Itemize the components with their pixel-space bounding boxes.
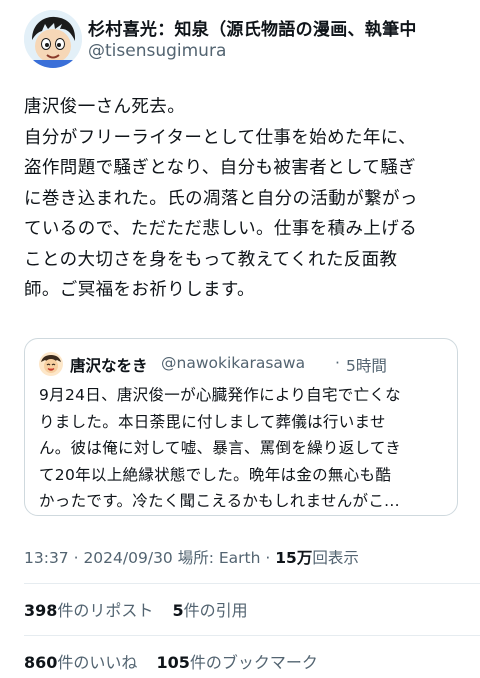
quotes-count: 5 [172, 601, 184, 620]
bookmarks-count: 105 [156, 653, 190, 672]
smiling-face-avatar-icon [39, 352, 63, 376]
post-text: 唐沢俊一さん死去。 自分がフリーライターとして仕事を始めた年に、 盗作問題で騒ぎ… [24, 92, 464, 306]
author-name-wrap: 杉村喜光：知泉（源氏物語の漫画、執筆中 [88, 15, 480, 40]
quoted-separator: · [335, 354, 340, 372]
quoted-line: ん。彼は俺に対して嘘、暴言、罵倒を繰り返してき [39, 439, 402, 458]
likes-label: 件のいいね [57, 653, 138, 672]
post-line: 師。ご冥福をお祈りします。 [24, 280, 255, 300]
reposts-label: 件のリポスト [57, 601, 154, 620]
author-handle[interactable]: @tisensugimura [88, 41, 226, 61]
cartoon-boy-avatar-icon [24, 10, 82, 68]
likes-count: 860 [24, 653, 58, 672]
quoted-line: かったです。冷たく聞こえるかもしれませんがこ... [39, 492, 400, 511]
quotes-label: 件の引用 [183, 601, 248, 620]
post-header: 杉村喜光：知泉（源氏物語の漫画、執筆中 @tisensugimura [0, 0, 480, 80]
quoted-author-handle: @nawokikarasawa [161, 354, 306, 372]
post-line: に巻き込まれた。氏の凋落と自分の活動が繋がっ [24, 188, 418, 209]
quoted-line: て20年以上絶縁状態でした。晩年は金の無心も酷 [39, 465, 392, 484]
repost-stats-row: 398件のリポスト 5件の引用 [24, 597, 262, 621]
quoted-post-time: 5時間 [346, 357, 387, 375]
divider [24, 583, 480, 584]
bookmarks-stat[interactable]: 105件のブックマーク [157, 649, 318, 673]
meta-separator: · [265, 549, 271, 567]
reposts-count: 398 [24, 601, 58, 620]
divider [24, 635, 480, 636]
quoted-line: 9月24日、唐沢俊一が心臓発作により自宅で亡くな [39, 386, 401, 404]
author-display-name[interactable]: 杉村喜光：知泉（源氏物語の漫画、執筆中 [88, 20, 417, 40]
post-meta: 13:37 · 2024/09/30 場所: Earth · 15万回表示 [24, 546, 359, 568]
quoted-post-text: 9月24日、唐沢俊一が心臓発作により自宅で亡くな りました。本日荼毘に付しまして… [39, 382, 449, 515]
views-label: 回表示 [312, 549, 359, 567]
views-count: 15万 [275, 549, 313, 567]
post-line: ことの大切さを身をもって教えてくれた反面教 [24, 249, 398, 270]
post-line: 唐沢俊一さん死去。 [24, 97, 186, 117]
post-timestamp[interactable]: 13:37 · 2024/09/30 [24, 549, 173, 567]
author-avatar[interactable] [24, 10, 82, 68]
quoted-author-avatar [39, 352, 63, 376]
quoted-author-name: 唐沢なをき [70, 357, 148, 375]
like-stats-row: 860件のいいね 105件のブックマーク [24, 649, 332, 673]
quotes-stat[interactable]: 5件の引用 [173, 597, 248, 621]
post-line: ているので、ただただ悲しい。仕事を積み上げる [24, 219, 418, 239]
post-location: 場所: Earth [177, 549, 261, 567]
reposts-stat[interactable]: 398件のリポスト [24, 597, 153, 621]
post-line: 自分がフリーライターとして仕事を始めた年に、 [24, 127, 417, 148]
bookmarks-label: 件のブックマーク [189, 653, 318, 672]
quoted-line: りました。本日荼毘に付しまして葬儀は行いませ [39, 412, 386, 431]
likes-stat[interactable]: 860件のいいね [24, 649, 137, 673]
quoted-post-card[interactable]: 唐沢なをき @nawokikarasawa · 5時間 9月24日、唐沢俊一が心… [24, 338, 458, 516]
post-line: 盗作問題で騒ぎとなり、自分も被害者として騒ぎ [24, 158, 417, 178]
